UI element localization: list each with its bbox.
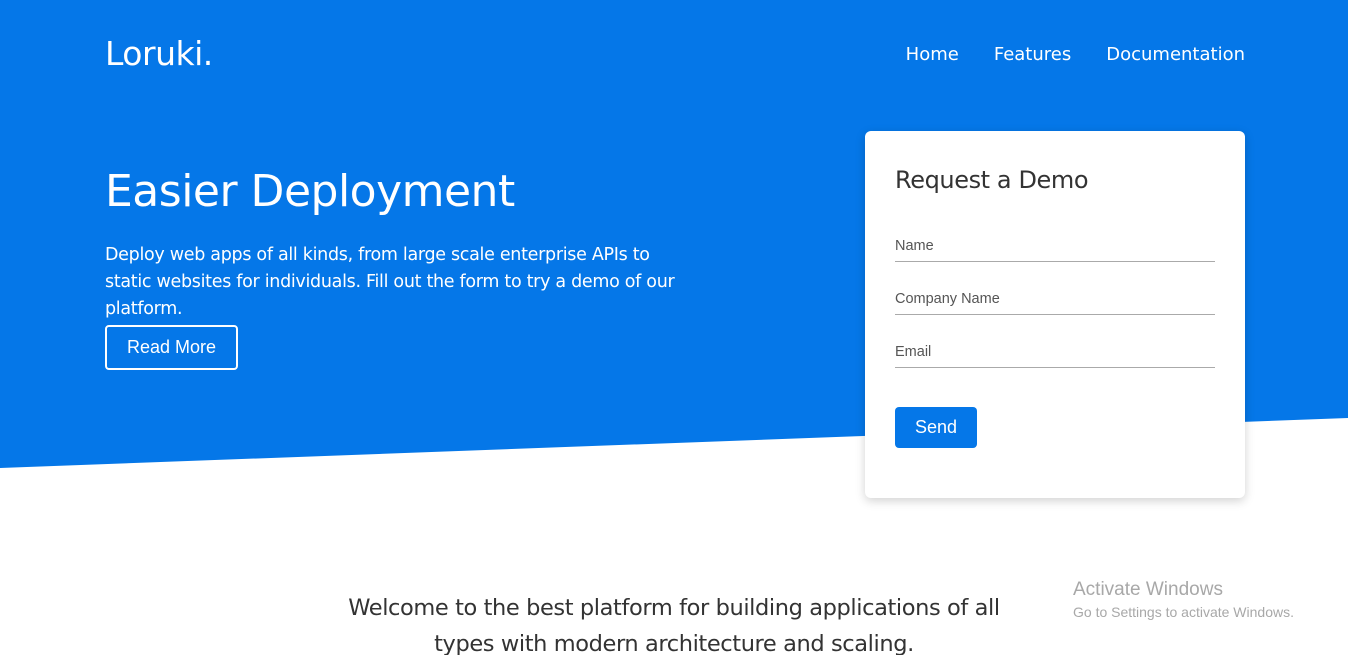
landing-page: Loruki. Home Features Documentation Easi…	[0, 0, 1348, 655]
send-button[interactable]: Send	[895, 407, 977, 448]
hero-title: Easier Deployment	[105, 166, 515, 217]
activate-windows-subtitle: Go to Settings to activate Windows.	[1073, 604, 1294, 620]
demo-form-title: Request a Demo	[895, 166, 1089, 194]
main-nav: Home Features Documentation	[906, 44, 1245, 65]
email-input[interactable]	[895, 337, 1215, 368]
read-more-button[interactable]: Read More	[105, 325, 238, 370]
activate-windows-title: Activate Windows	[1073, 579, 1223, 600]
company-name-input[interactable]	[895, 284, 1215, 315]
hero-description: Deploy web apps of all kinds, from large…	[105, 245, 675, 319]
nav-link-features[interactable]: Features	[994, 44, 1071, 65]
name-input[interactable]	[895, 231, 1215, 262]
brand-logo[interactable]: Loruki.	[105, 34, 213, 73]
request-demo-card: Request a Demo Send	[865, 131, 1245, 498]
nav-link-home[interactable]: Home	[906, 44, 959, 65]
activate-windows-watermark: Activate Windows Go to Settings to activ…	[1073, 578, 1294, 622]
welcome-text: Welcome to the best platform for buildin…	[348, 595, 1000, 655]
nav-link-documentation[interactable]: Documentation	[1106, 44, 1245, 65]
